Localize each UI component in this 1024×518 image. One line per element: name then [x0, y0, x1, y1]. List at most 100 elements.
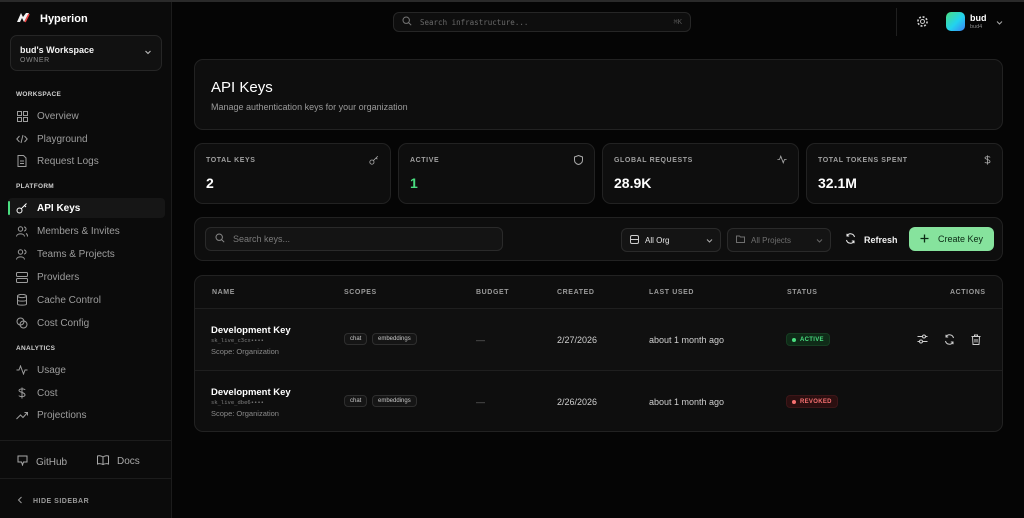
active-indicator: [8, 201, 10, 215]
org-select-value: All Org: [645, 235, 670, 245]
sidebar-item-label: Projections: [37, 409, 87, 421]
stat-value: 2: [206, 175, 214, 191]
sidebar-item-api-keys[interactable]: API Keys: [8, 198, 165, 218]
stat-card-total-keys: TOTAL KEYS 2: [194, 143, 391, 204]
chevron-down-icon: [144, 48, 152, 59]
scope-chip: chat: [344, 333, 368, 345]
status-label: REVOKED: [800, 398, 832, 405]
column-header-status: STATUS: [787, 289, 818, 296]
dollar-icon: [16, 387, 28, 399]
search-shortcut: ⌘K: [673, 18, 682, 26]
file-icon: [16, 155, 28, 167]
trash-icon[interactable]: [971, 334, 981, 348]
github-link[interactable]: GitHub: [17, 455, 67, 469]
scope-chip: embeddings: [372, 333, 417, 345]
sidebar-item-providers[interactable]: Providers: [8, 267, 165, 287]
scope-chip: chat: [344, 395, 368, 407]
trend-icon: [16, 409, 28, 421]
sidebar-item-label: Cost: [37, 387, 58, 399]
search-icon: [215, 232, 225, 246]
scope-chip: embeddings: [372, 395, 417, 407]
book-icon: [97, 455, 109, 468]
sidebar-item-label: Cost Config: [37, 317, 90, 329]
org-select[interactable]: All Org: [621, 228, 721, 252]
sidebar-item-cache-control[interactable]: Cache Control: [8, 290, 165, 310]
refresh-button[interactable]: Refresh: [845, 233, 898, 246]
docs-label: Docs: [117, 456, 140, 467]
github-label: GitHub: [36, 456, 68, 468]
user-name[interactable]: bud: [970, 13, 987, 23]
column-header-actions: ACTIONS: [950, 289, 986, 296]
stat-label: TOTAL TOKENS SPENT: [818, 157, 908, 164]
sidebar-item-projections[interactable]: Projections: [8, 405, 165, 425]
activity-icon: [16, 364, 28, 376]
coins-icon: [16, 317, 28, 329]
avatar[interactable]: [946, 12, 965, 31]
budget-cell: —: [476, 335, 485, 345]
table-row[interactable]: Development Key sk_live_c3cx•••• Scope: …: [195, 308, 1002, 370]
budget-cell: —: [476, 397, 485, 407]
hide-sidebar-button[interactable]: HIDE SIDEBAR: [17, 496, 89, 506]
stat-label: GLOBAL REQUESTS: [614, 157, 693, 164]
hyperion-logo-icon: [16, 12, 30, 26]
last-used-cell: about 1 month ago: [649, 335, 725, 345]
page-header-card: API Keys Manage authentication keys for …: [194, 59, 1003, 130]
sidebar-item-cost-config[interactable]: Cost Config: [8, 313, 165, 333]
section-label-analytics: ANALYTICS: [16, 345, 56, 352]
chevron-left-icon: [17, 496, 23, 506]
stat-label: TOTAL KEYS: [206, 157, 256, 164]
chevron-down-icon[interactable]: [996, 18, 1003, 29]
sidebar-item-label: Overview: [37, 110, 79, 122]
server-icon: [16, 271, 28, 283]
table-row[interactable]: Development Key sk_live_dbe6•••• Scope: …: [195, 370, 1002, 431]
refresh-icon: [845, 233, 856, 246]
keys-toolbar: Search keys... All Org All Projects Refr…: [194, 217, 1003, 261]
gear-icon[interactable]: [916, 15, 929, 31]
github-icon: [17, 455, 28, 469]
chevron-down-icon: [816, 237, 823, 246]
created-cell: 2/26/2026: [557, 397, 598, 407]
sidebar-item-label: Members & Invites: [37, 225, 120, 237]
stat-card-global-requests: GLOBAL REQUESTS 28.9K: [602, 143, 799, 204]
column-header-budget: BUDGET: [476, 289, 510, 296]
rotate-key-icon[interactable]: [944, 334, 955, 348]
workspace-switcher[interactable]: bud's Workspace OWNER: [10, 35, 162, 71]
users-icon: [16, 225, 28, 237]
keys-search-input[interactable]: Search keys...: [205, 227, 503, 251]
stat-card-total-tokens: TOTAL TOKENS SPENT 32.1M: [806, 143, 1003, 204]
workspace-role: OWNER: [20, 57, 50, 64]
column-header-name: NAME: [212, 289, 236, 296]
sliders-icon[interactable]: [917, 334, 928, 347]
sidebar-item-playground[interactable]: Playground: [8, 129, 165, 149]
sidebar-item-members-invites[interactable]: Members & Invites: [8, 221, 165, 241]
global-search-input[interactable]: Search infrastructure... ⌘K: [393, 12, 691, 32]
user-handle: bud4: [970, 24, 983, 30]
globe-icon: [630, 234, 639, 246]
sidebar: Hyperion bud's Workspace OWNER WORKSPACE…: [0, 2, 172, 518]
brand[interactable]: Hyperion: [16, 12, 88, 26]
project-select-value: All Projects: [751, 235, 792, 245]
project-select[interactable]: All Projects: [727, 228, 831, 252]
status-label: ACTIVE: [800, 336, 824, 343]
chevron-down-icon: [706, 237, 713, 246]
sidebar-item-cost[interactable]: Cost: [8, 383, 165, 403]
database-icon: [16, 294, 28, 306]
sidebar-item-usage[interactable]: Usage: [8, 360, 165, 380]
column-header-scopes: SCOPES: [344, 289, 377, 296]
docs-link[interactable]: Docs: [97, 455, 140, 468]
key-name: Development Key: [211, 325, 291, 336]
stat-value: 1: [410, 175, 418, 191]
create-key-button[interactable]: Create Key: [909, 227, 994, 251]
hide-sidebar-label: HIDE SIDEBAR: [33, 497, 90, 505]
sidebar-item-overview[interactable]: Overview: [8, 106, 165, 126]
key-scope: Scope: Organization: [211, 409, 279, 418]
section-label-workspace: WORKSPACE: [16, 91, 62, 98]
sidebar-item-label: API Keys: [37, 202, 81, 214]
header-divider: [896, 8, 897, 36]
dollar-icon: [984, 155, 991, 168]
page-subtitle: Manage authentication keys for your orga…: [211, 102, 408, 112]
sidebar-item-request-logs[interactable]: Request Logs: [8, 151, 165, 171]
sidebar-item-teams-projects[interactable]: Teams & Projects: [8, 244, 165, 264]
folder-icon: [736, 235, 745, 245]
status-badge: REVOKED: [786, 395, 838, 408]
